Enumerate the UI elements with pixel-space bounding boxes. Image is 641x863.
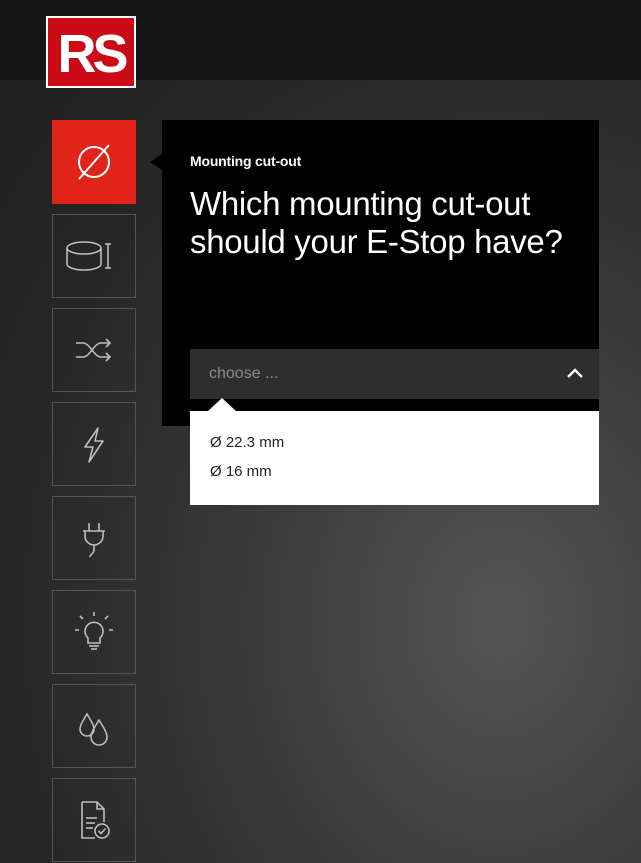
cutout-select[interactable]: choose ... — [190, 349, 599, 399]
document-check-icon — [81, 801, 110, 839]
sidebar-item-summary[interactable] — [52, 778, 136, 862]
sidebar-item-electrical[interactable] — [52, 402, 136, 486]
option-22-3mm[interactable]: Ø 22.3 mm — [210, 434, 284, 451]
question-text: Which mounting cut-out should your E-Sto… — [190, 185, 563, 260]
sidebar-item-switching[interactable] — [52, 308, 136, 392]
water-drops-icon — [79, 712, 108, 746]
diameter-icon — [78, 144, 110, 180]
sidebar-item-mounting-cutout[interactable] — [52, 120, 136, 204]
sidebar-item-connection[interactable] — [52, 496, 136, 580]
select-placeholder: choose ... — [209, 365, 279, 382]
sidebar-item-size[interactable] — [52, 214, 136, 298]
sidebar-item-illumination[interactable] — [52, 590, 136, 674]
chevron-up-icon — [567, 368, 583, 378]
dropdown-pointer — [208, 398, 236, 411]
lightning-icon — [84, 427, 104, 463]
plug-icon — [83, 523, 105, 558]
rs-logo-text: RS — [57, 24, 126, 80]
cylinder-height-icon — [66, 241, 111, 271]
question-kicker: Mounting cut-out — [190, 153, 302, 169]
option-16mm[interactable]: Ø 16 mm — [210, 463, 272, 480]
lightbulb-icon — [75, 612, 113, 650]
rs-logo[interactable]: RS — [46, 16, 136, 88]
panel-pointer — [150, 154, 162, 170]
sidebar-item-protection[interactable] — [52, 684, 136, 768]
shuffle-arrows-icon — [76, 338, 112, 362]
cutout-options-list: Ø 22.3 mm Ø 16 mm — [190, 411, 599, 505]
rs-logo-mark: RS — [57, 24, 129, 80]
